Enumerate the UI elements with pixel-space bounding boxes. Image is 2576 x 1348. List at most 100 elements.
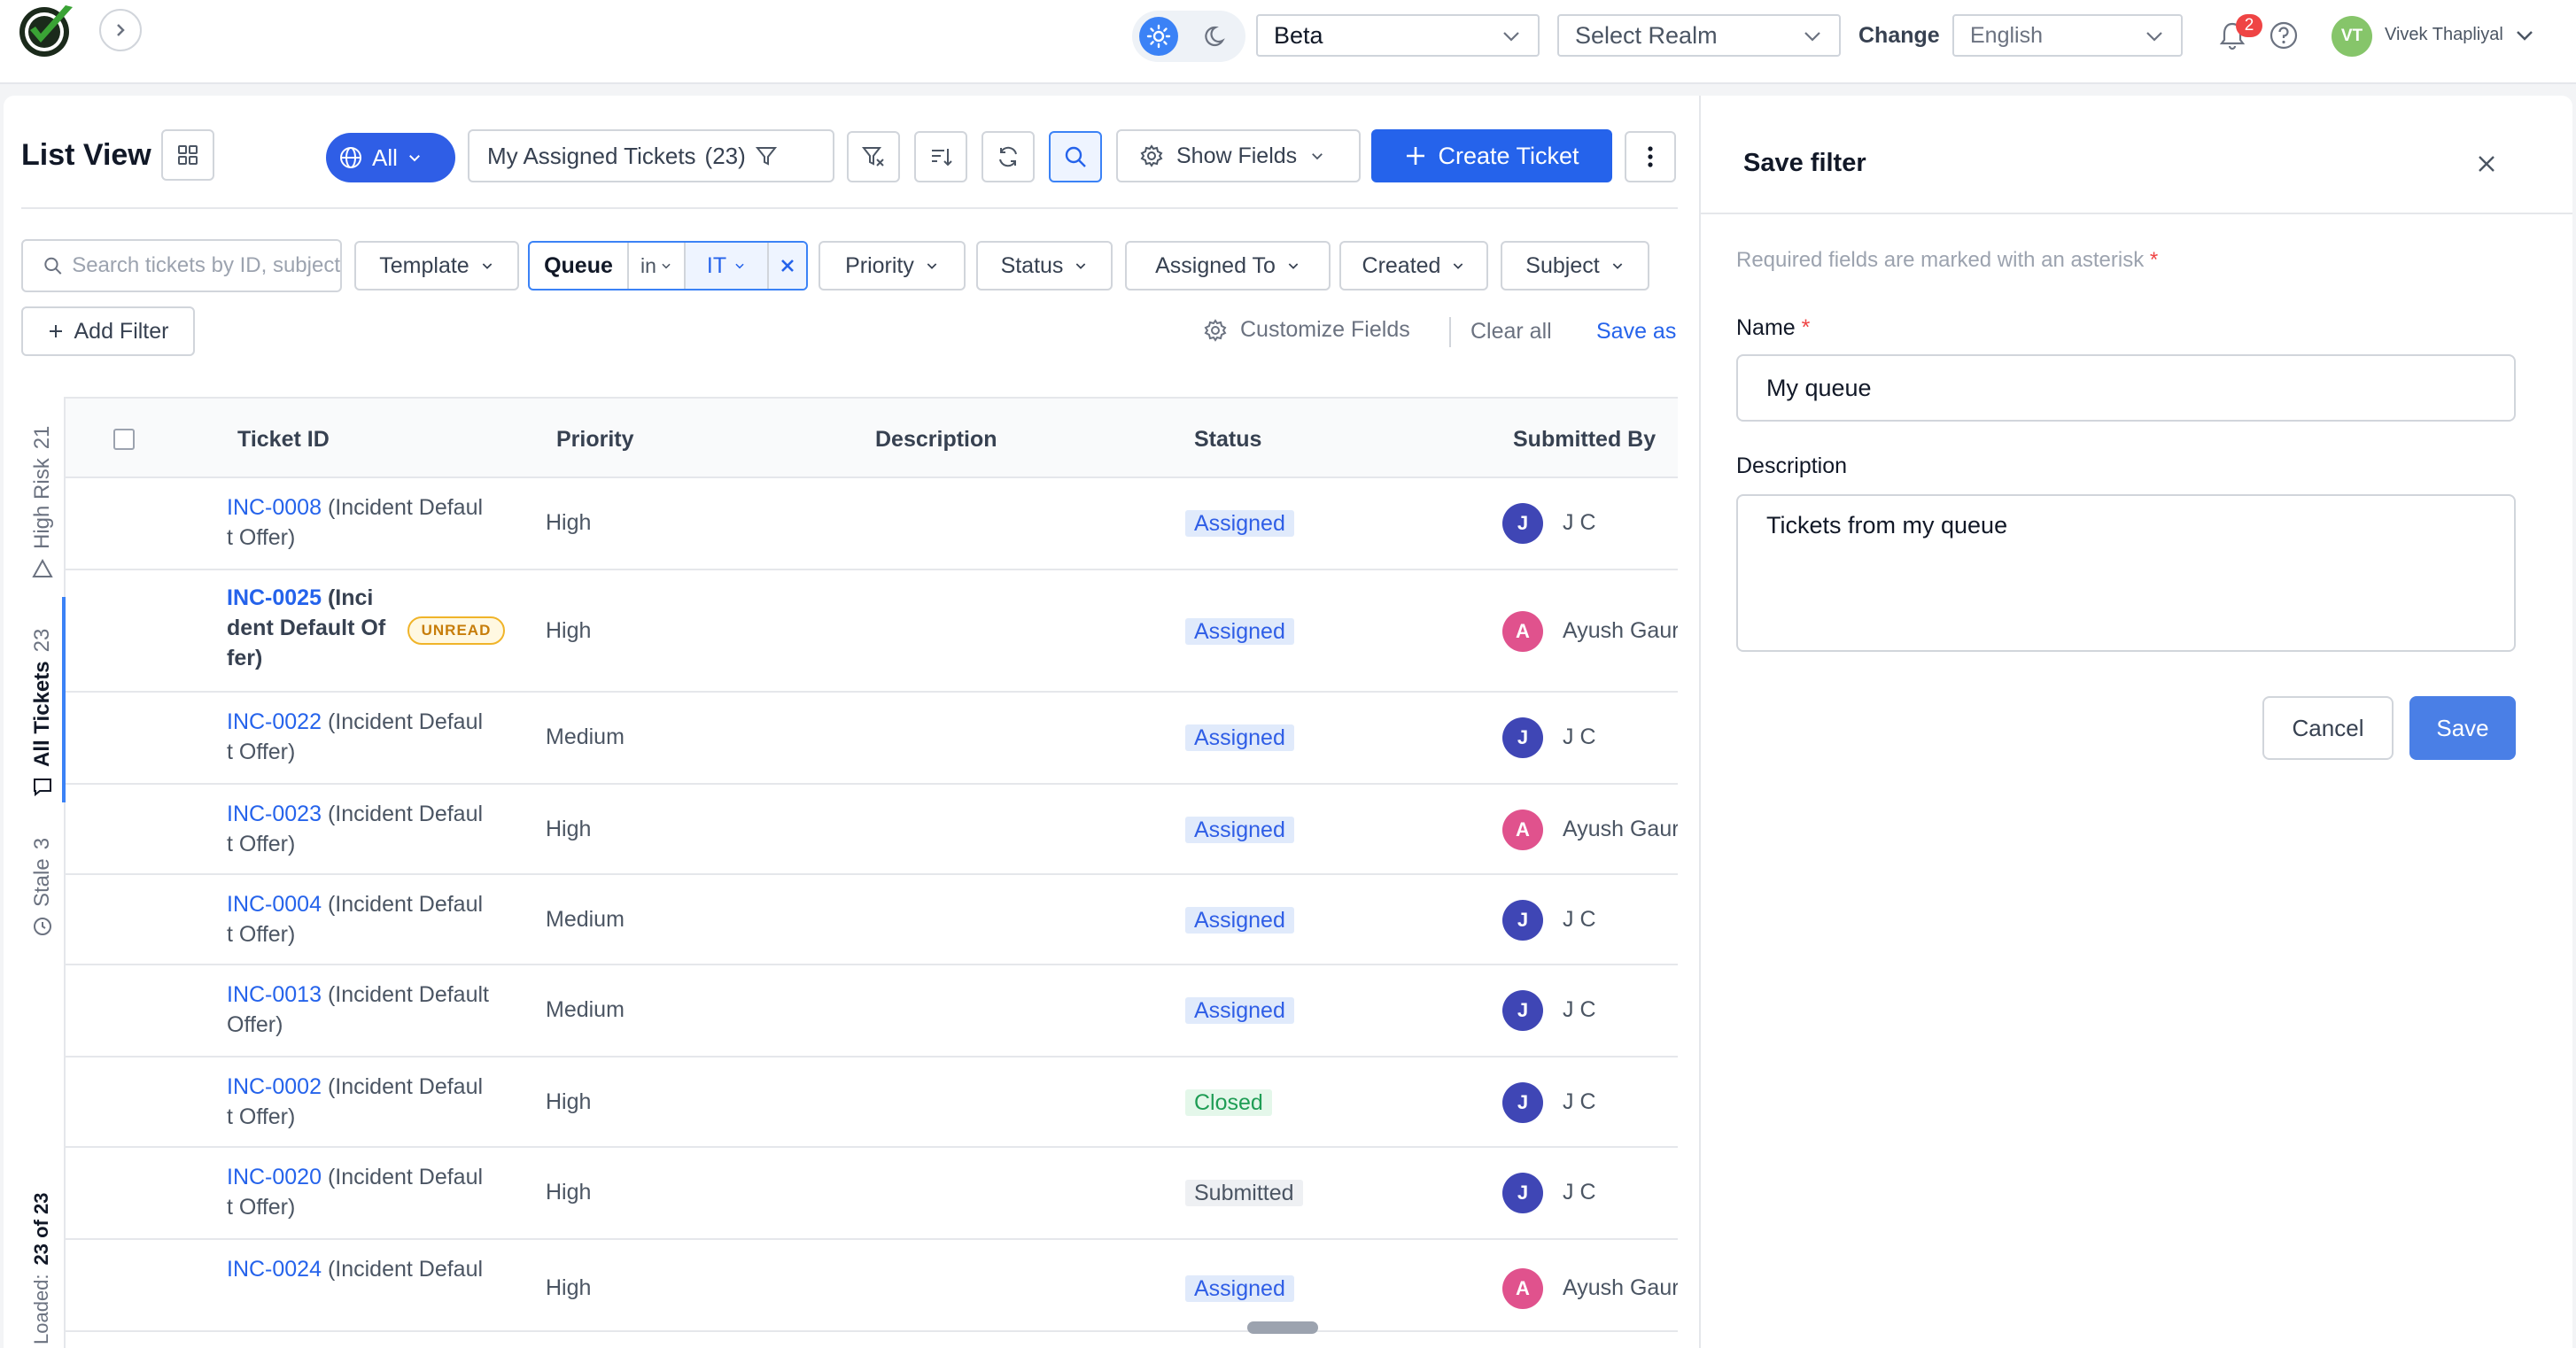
avatar: A xyxy=(1502,611,1543,652)
column-status[interactable]: Status xyxy=(1194,427,1261,453)
subject-filter[interactable]: Subject xyxy=(1501,241,1649,291)
ticket-template: t Offer) xyxy=(227,1195,296,1220)
saved-view-button[interactable]: My Assigned Tickets (23) xyxy=(468,129,834,182)
submitter-name: Ayush Gaur xyxy=(1563,1275,1678,1300)
ticket-id-link[interactable]: INC-0023 xyxy=(227,802,322,826)
clear-filters-button[interactable] xyxy=(847,131,900,182)
tab-all-tickets[interactable]: All Tickets 23 xyxy=(23,597,66,802)
remove-queue-filter-button[interactable] xyxy=(769,243,806,289)
queue-operator-select[interactable]: in xyxy=(629,243,686,289)
chevron-down-icon[interactable] xyxy=(2514,25,2535,46)
column-ticket-id[interactable]: Ticket ID xyxy=(237,427,330,453)
sort-button[interactable] xyxy=(914,131,967,182)
scope-all-button[interactable]: All xyxy=(326,133,455,182)
column-submitted-by[interactable]: Submitted By xyxy=(1513,427,1656,453)
status-filter[interactable]: Status xyxy=(976,241,1113,291)
status-filter-label: Status xyxy=(1000,252,1064,278)
ticket-id-link[interactable]: INC-0013 xyxy=(227,982,322,1007)
clear-all-link[interactable]: Clear all xyxy=(1470,319,1552,345)
save-as-link[interactable]: Save as xyxy=(1596,319,1676,345)
user-avatar[interactable]: VT xyxy=(2332,16,2372,57)
table-row[interactable]: INC-0013 (Incident Default Offer) Medium … xyxy=(66,965,1678,1057)
ticket-template: (Incident Defaul xyxy=(322,892,484,917)
name-label-text: Name xyxy=(1736,315,1796,340)
saved-view-label: My Assigned Tickets xyxy=(487,142,696,169)
create-ticket-button[interactable]: Create Ticket xyxy=(1371,129,1612,182)
required-note-text: Required fields are marked with an aster… xyxy=(1736,248,2145,272)
ticket-id-link[interactable]: INC-0025 xyxy=(227,585,322,610)
queue-value-select[interactable]: IT xyxy=(686,243,769,289)
status-badge: Assigned xyxy=(1185,817,1294,843)
expand-sidebar-button[interactable] xyxy=(99,9,142,51)
priority-cell: High xyxy=(546,1275,592,1300)
queue-filter[interactable]: Queue in IT xyxy=(528,241,808,291)
dark-mode-button[interactable] xyxy=(1198,17,1237,56)
refresh-button[interactable] xyxy=(982,131,1035,182)
status-badge: Assigned xyxy=(1185,510,1294,537)
add-filter-button[interactable]: Add Filter xyxy=(21,306,195,356)
ticket-id-link[interactable]: INC-0022 xyxy=(227,709,322,734)
chevron-right-icon xyxy=(117,24,125,36)
theme-toggle[interactable] xyxy=(1132,11,1245,62)
panel-divider xyxy=(1701,213,2572,214)
chevron-down-icon xyxy=(1454,263,1463,269)
table-row[interactable]: INC-0004 (Incident Defaul t Offer) Medium… xyxy=(66,875,1678,965)
avatar: J xyxy=(1502,990,1543,1031)
search-icon xyxy=(44,257,62,275)
ticket-id-link[interactable]: INC-0024 xyxy=(227,1257,322,1282)
ticket-id-link[interactable]: INC-0008 xyxy=(227,495,322,520)
filter-description-textarea[interactable]: Tickets from my queue xyxy=(1736,494,2516,652)
tab-stale[interactable]: Stale 3 xyxy=(23,813,66,942)
tab-high-risk[interactable]: High Risk 21 xyxy=(23,397,66,586)
refresh-icon xyxy=(999,146,1017,167)
horizontal-scroll-handle[interactable] xyxy=(1247,1321,1318,1334)
assigned-to-filter[interactable]: Assigned To xyxy=(1125,241,1331,291)
ticket-id-link[interactable]: INC-0002 xyxy=(227,1074,322,1099)
avatar: J xyxy=(1502,503,1543,544)
environment-select[interactable]: Beta xyxy=(1256,14,1540,57)
select-all-checkbox[interactable] xyxy=(113,429,135,450)
show-fields-button[interactable]: Show Fields xyxy=(1116,129,1361,182)
table-row[interactable]: INC-0008 (Incident Defaul t Offer) High A… xyxy=(66,478,1678,570)
table-row[interactable]: INC-0022 (Incident Defaul t Offer) Medium… xyxy=(66,693,1678,785)
chevron-down-icon xyxy=(1804,32,1820,42)
column-priority[interactable]: Priority xyxy=(556,427,634,453)
scope-label: All xyxy=(372,143,398,171)
priority-filter-label: Priority xyxy=(845,252,914,278)
template-filter[interactable]: Template xyxy=(354,241,519,291)
light-mode-button[interactable] xyxy=(1139,17,1178,56)
table-row[interactable]: INC-0024 (Incident Defaul High Assigned … xyxy=(66,1240,1678,1332)
table-row[interactable]: INC-0023 (Incident Defaul t Offer) High A… xyxy=(66,785,1678,875)
app-logo[interactable] xyxy=(14,2,80,58)
ticket-id-link[interactable]: INC-0020 xyxy=(227,1165,322,1189)
save-button[interactable]: Save xyxy=(2409,696,2516,760)
table-row[interactable]: INC-0025 (Inci dent Default Of fer) UNREAD… xyxy=(66,570,1678,693)
grid-view-button[interactable] xyxy=(161,129,214,181)
cancel-button[interactable]: Cancel xyxy=(2262,696,2394,760)
search-toggle-button[interactable] xyxy=(1049,131,1102,182)
ticket-template: t Offer) xyxy=(227,1104,296,1129)
ticket-search-input[interactable]: Search tickets by ID, subject xyxy=(21,239,342,292)
language-select-value: English xyxy=(1970,23,2043,48)
more-options-button[interactable] xyxy=(1625,131,1676,182)
chat-bubble-icon xyxy=(34,779,51,797)
user-name[interactable]: Vivek Thapliyal xyxy=(2385,25,2503,45)
table-row[interactable]: INC-0020 (Incident Defaul t Offer) High S… xyxy=(66,1148,1678,1240)
priority-filter[interactable]: Priority xyxy=(819,241,966,291)
table-row[interactable]: INC-0002 (Incident Defaul t Offer) High C… xyxy=(66,1057,1678,1148)
filter-name-input[interactable]: My queue xyxy=(1736,354,2516,422)
status-badge: Closed xyxy=(1185,1089,1272,1116)
ticket-id-link[interactable]: INC-0004 xyxy=(227,892,322,917)
loaded-indicator: Loaded: 23 of 23 xyxy=(23,1193,66,1348)
help-icon[interactable] xyxy=(2268,19,2300,51)
assigned-to-filter-label: Assigned To xyxy=(1155,252,1276,278)
customize-fields-button[interactable]: Customize Fields xyxy=(1203,317,1410,343)
close-icon[interactable] xyxy=(2471,149,2502,179)
column-description[interactable]: Description xyxy=(875,427,997,453)
language-select[interactable]: English xyxy=(1952,14,2183,57)
created-filter[interactable]: Created xyxy=(1339,241,1488,291)
ticket-template: t Offer) xyxy=(227,525,296,550)
realm-select[interactable]: Select Realm xyxy=(1557,14,1841,57)
grid-icon xyxy=(178,145,198,165)
ticket-template: (Incident Defaul xyxy=(322,1074,484,1099)
